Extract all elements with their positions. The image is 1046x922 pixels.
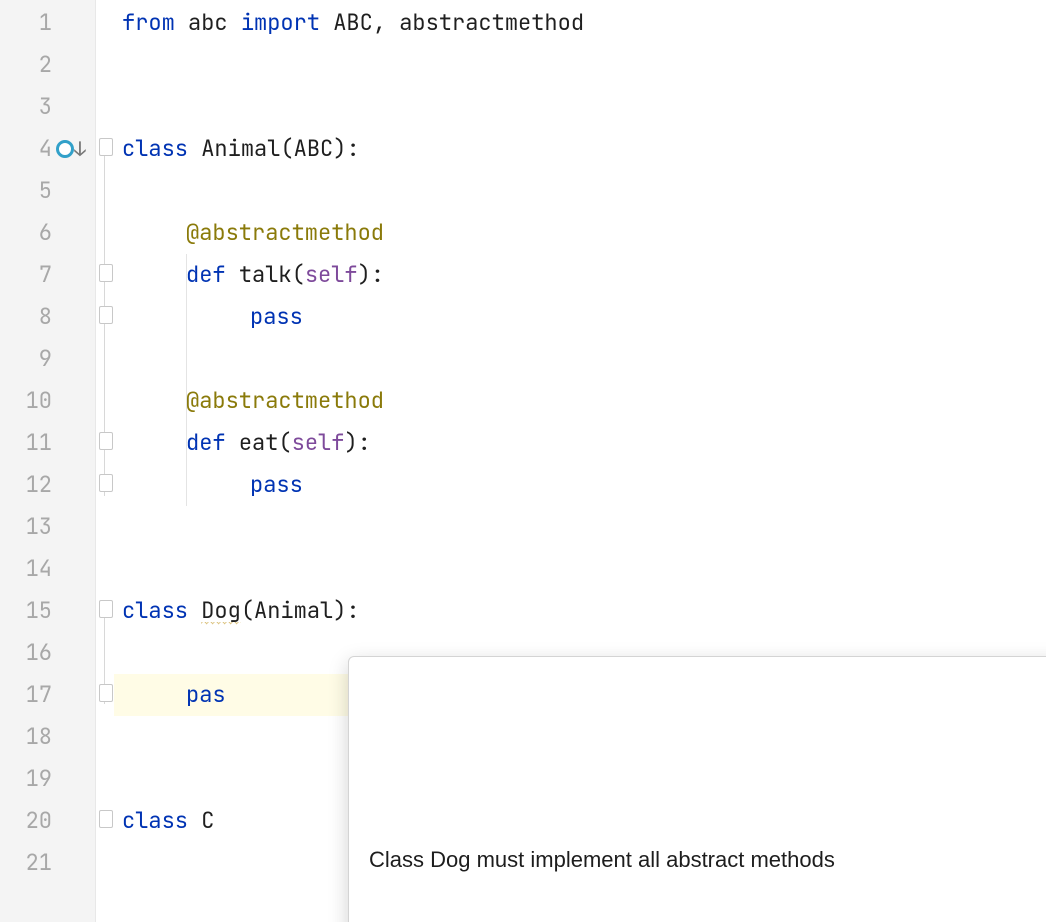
- override-gutter-icon[interactable]: ↓: [56, 128, 86, 170]
- code-line[interactable]: class Animal(ABC):: [122, 128, 1046, 170]
- fold-toggle[interactable]: [99, 264, 113, 282]
- code-line[interactable]: pass: [250, 464, 1046, 506]
- inspection-popup[interactable]: Class Dog must implement all abstract me…: [348, 656, 1046, 922]
- code-area[interactable]: from abc import ABC, abstractmethod clas…: [114, 0, 1046, 922]
- breakpoint-ring-icon: [56, 140, 74, 158]
- fold-toggle[interactable]: [99, 474, 113, 492]
- fold-column: [96, 0, 114, 922]
- fold-toggle[interactable]: [99, 600, 113, 618]
- line-number: 11: [0, 422, 52, 464]
- line-number: 10: [0, 380, 52, 422]
- inspection-message: Class Dog must implement all abstract me…: [369, 839, 1046, 881]
- code-editor[interactable]: 1 2 3 4 ↓ 5 6 7 8 9 10 11 12 13 14 15 16…: [0, 0, 1046, 922]
- line-number: 4: [0, 128, 52, 170]
- fold-toggle[interactable]: [99, 432, 113, 450]
- fold-toggle[interactable]: [99, 138, 113, 156]
- code-line[interactable]: @abstractmethod: [186, 212, 1046, 254]
- line-number: 17: [0, 674, 52, 716]
- line-number: 15: [0, 590, 52, 632]
- line-number: 20: [0, 800, 52, 842]
- line-number: 21: [0, 842, 52, 884]
- fold-toggle[interactable]: [99, 810, 113, 828]
- line-number: 16: [0, 632, 52, 674]
- code-line[interactable]: pass: [250, 296, 1046, 338]
- line-number: 1: [0, 2, 52, 44]
- code-line[interactable]: @abstractmethod: [186, 380, 1046, 422]
- line-number: 6: [0, 212, 52, 254]
- line-number: 13: [0, 506, 52, 548]
- fold-toggle[interactable]: [99, 306, 113, 324]
- line-number: 5: [0, 170, 52, 212]
- line-number: 8: [0, 296, 52, 338]
- code-line[interactable]: class Dog(Animal):: [122, 590, 1046, 632]
- line-number: 19: [0, 758, 52, 800]
- code-line[interactable]: from abc import ABC, abstractmethod: [122, 2, 1046, 44]
- code-line[interactable]: def eat(self):: [186, 422, 1046, 464]
- line-number: 7: [0, 254, 52, 296]
- popup-header: Class Dog must implement all abstract me…: [349, 741, 1046, 922]
- code-line[interactable]: def talk(self):: [186, 254, 1046, 296]
- line-number: 14: [0, 548, 52, 590]
- line-number-gutter: 1 2 3 4 ↓ 5 6 7 8 9 10 11 12 13 14 15 16…: [0, 0, 96, 922]
- fold-toggle[interactable]: [99, 684, 113, 702]
- line-number: 9: [0, 338, 52, 380]
- arrow-down-icon: ↓: [74, 136, 86, 162]
- line-number: 3: [0, 86, 52, 128]
- line-number: 2: [0, 44, 52, 86]
- line-number: 18: [0, 716, 52, 758]
- line-number: 12: [0, 464, 52, 506]
